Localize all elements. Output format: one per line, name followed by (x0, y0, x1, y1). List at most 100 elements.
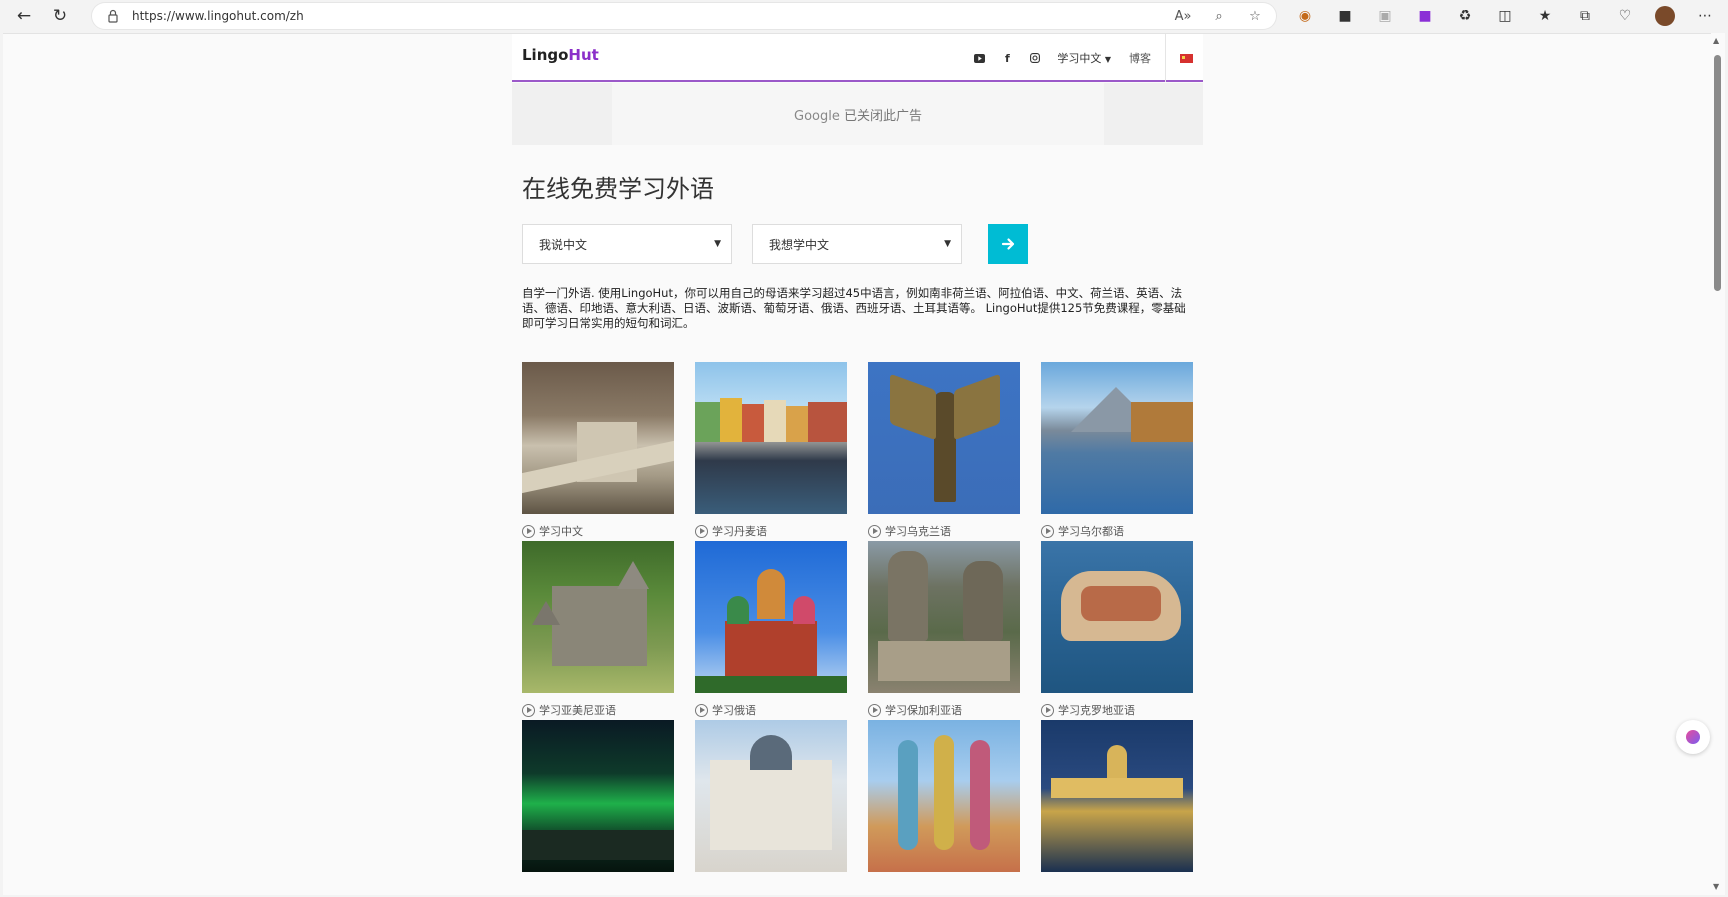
course-card[interactable] (695, 720, 847, 894)
blog-link[interactable]: 博客 (1119, 34, 1166, 82)
course-card[interactable]: 学习俄语 (695, 541, 847, 718)
palace-photo[interactable] (695, 720, 847, 872)
refresh-icon[interactable]: ↻ (46, 2, 74, 30)
extension-screen-icon[interactable]: ▣ (1372, 3, 1398, 29)
budapest-parliament-photo[interactable] (1041, 720, 1193, 872)
archangel-statue-photo[interactable] (868, 362, 1020, 514)
belogradchik-fortress-photo[interactable] (868, 541, 1020, 693)
st-basils-cathedral-photo[interactable] (695, 541, 847, 693)
course-card[interactable] (868, 720, 1020, 894)
course-name: 学习亚美尼亚语 (539, 704, 616, 717)
profile-avatar[interactable] (1652, 3, 1678, 29)
ad-closed-label: 已关闭此广告 (839, 108, 922, 124)
course-name: 学习克罗地亚语 (1058, 704, 1135, 717)
favorites-icon[interactable]: ★ (1532, 3, 1558, 29)
scroll-up-icon[interactable]: ▲ (1713, 36, 1719, 45)
collections-icon[interactable]: ⧉ (1572, 3, 1598, 29)
gaudi-chimneys-photo[interactable] (868, 720, 1020, 872)
heart-pulse-icon[interactable]: ♡ (1612, 3, 1638, 29)
browser-toolbar: ← ↻ https://www.lingohut.com/zh A» ⌕ ☆ ◉… (0, 0, 1728, 32)
course-name: 学习俄语 (712, 704, 756, 717)
site-nav: f 学习中文 ▼ 博客 (965, 34, 1193, 82)
site-logo[interactable]: LingoHut (522, 46, 599, 64)
great-wall-photo[interactable] (522, 362, 674, 514)
course-label[interactable]: 学习中文 (522, 523, 674, 539)
learn-menu-label: 学习中文 (1057, 52, 1102, 65)
more-menu-icon[interactable]: ⋯ (1692, 3, 1718, 29)
extensions-puzzle-icon[interactable]: ♻ (1452, 3, 1478, 29)
course-label[interactable]: 学习俄语 (695, 702, 847, 718)
site-container: LingoHut f 学习中文 ▼ 博客 Google 已关闭此广告 在线免费学… (512, 34, 1203, 872)
course-label[interactable]: 学习乌尔都语 (1041, 523, 1193, 539)
aurora-photo[interactable] (522, 720, 674, 872)
logo-accent-text: Hut (568, 46, 599, 64)
mountain-lake-photo[interactable] (1041, 362, 1193, 514)
play-icon (695, 703, 708, 717)
zoom-out-icon[interactable]: ⌕ (1208, 5, 1230, 27)
split-screen-icon[interactable]: ◫ (1492, 3, 1518, 29)
instagram-icon[interactable] (1021, 53, 1049, 63)
caret-down-icon: ▼ (1104, 55, 1111, 64)
assistant-icon (1686, 730, 1700, 744)
page-scrollbar[interactable]: ▲ ▼ (1711, 33, 1725, 895)
arrow-right-icon (1001, 238, 1015, 250)
play-icon (522, 703, 535, 717)
favorite-star-icon[interactable]: ☆ (1244, 5, 1266, 27)
scrollbar-thumb[interactable] (1714, 55, 1721, 291)
ad-closed-notice: Google 已关闭此广告 (612, 83, 1104, 145)
course-card[interactable]: 学习丹麦语 (695, 362, 847, 539)
course-card[interactable]: 学习中文 (522, 362, 674, 539)
target-language-select[interactable]: 我想学中文 ▼ (752, 224, 962, 264)
url-text[interactable]: https://www.lingohut.com/zh (132, 9, 304, 23)
page-title: 在线免费学习外语 (522, 175, 714, 203)
target-language-value: 我想学中文 (769, 237, 830, 252)
course-name: 学习保加利亚语 (885, 704, 962, 717)
site-header: LingoHut f 学习中文 ▼ 博客 (512, 34, 1203, 82)
course-card[interactable]: 学习克罗地亚语 (1041, 541, 1193, 718)
armenian-monastery-photo[interactable] (522, 541, 674, 693)
extension-monkey-icon[interactable]: ◉ (1292, 3, 1318, 29)
extension-dark-icon[interactable]: ■ (1332, 3, 1358, 29)
facebook-icon[interactable]: f (993, 52, 1021, 65)
china-flag-icon[interactable] (1180, 53, 1193, 63)
nyhavn-photo[interactable] (695, 362, 847, 514)
page-viewport: LingoHut f 学习中文 ▼ 博客 Google 已关闭此广告 在线免费学… (3, 33, 1711, 895)
play-icon (522, 524, 535, 538)
floating-assistant-button[interactable] (1676, 720, 1710, 754)
course-label[interactable]: 学习保加利亚语 (868, 702, 1020, 718)
intro-description: 自学一门外语. 使用LingoHut，你可以用自己的母语来学习超过45中语言，例… (522, 286, 1186, 330)
address-bar[interactable]: https://www.lingohut.com/zh A» ⌕ ☆ (92, 3, 1276, 29)
dubrovnik-photo[interactable] (1041, 541, 1193, 693)
native-language-select[interactable]: 我说中文 ▼ (522, 224, 732, 264)
youtube-icon[interactable] (965, 53, 993, 63)
ad-banner: Google 已关闭此广告 (512, 83, 1203, 145)
play-icon (868, 524, 881, 538)
logo-text: Lingo (522, 46, 569, 64)
course-card[interactable]: 学习乌尔都语 (1041, 362, 1193, 539)
extension-purple-icon[interactable]: ■ (1412, 3, 1438, 29)
course-label[interactable]: 学习克罗地亚语 (1041, 702, 1193, 718)
course-label[interactable]: 学习乌克兰语 (868, 523, 1020, 539)
course-label[interactable]: 学习亚美尼亚语 (522, 702, 674, 718)
course-card[interactable]: 学习乌克兰语 (868, 362, 1020, 539)
read-aloud-icon[interactable]: A» (1172, 5, 1194, 27)
select-caret-icon: ▼ (944, 239, 951, 249)
play-icon (695, 524, 708, 538)
course-name: 学习乌克兰语 (885, 525, 951, 538)
course-card[interactable] (522, 720, 674, 894)
google-brand: Google (794, 108, 840, 124)
course-card[interactable] (1041, 720, 1193, 894)
go-button[interactable] (988, 224, 1028, 264)
lock-icon (108, 9, 118, 23)
course-name: 学习乌尔都语 (1058, 525, 1124, 538)
scroll-down-icon[interactable]: ▼ (1713, 882, 1719, 891)
course-label[interactable]: 学习丹麦语 (695, 523, 847, 539)
play-icon (1041, 524, 1054, 538)
play-icon (868, 703, 881, 717)
back-icon[interactable]: ← (10, 2, 38, 30)
course-card[interactable]: 学习亚美尼亚语 (522, 541, 674, 718)
course-name: 学习丹麦语 (712, 525, 767, 538)
learn-language-menu[interactable]: 学习中文 ▼ (1049, 50, 1119, 66)
course-card[interactable]: 学习保加利亚语 (868, 541, 1020, 718)
native-language-value: 我说中文 (539, 237, 588, 252)
